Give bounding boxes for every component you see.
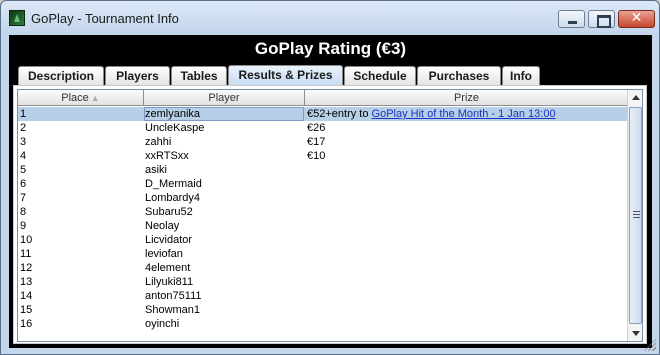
cell-prize: €26 (307, 122, 326, 134)
table-row[interactable]: 10 Licvidator (18, 233, 628, 247)
table-row[interactable]: 5 asiki (18, 163, 628, 177)
table-row[interactable]: 4 xxRTSxx €10 (18, 149, 628, 163)
cell-place: 5 (20, 164, 27, 176)
column-header-place[interactable]: Place ▲ (18, 90, 144, 106)
tab-players[interactable]: Players (105, 66, 170, 85)
tab-results-prizes[interactable]: Results & Prizes (228, 65, 343, 86)
table-row[interactable]: 13 Lilyuki811 (18, 275, 628, 289)
cell-prize: €10 (307, 150, 326, 162)
cell-player: asiki (145, 164, 168, 176)
cell-place: 14 (20, 290, 33, 302)
table-row[interactable]: 14 anton75111 (18, 289, 628, 303)
minimize-button[interactable] (558, 10, 585, 28)
table-row[interactable]: 6 D_Mermaid (18, 177, 628, 191)
cell-prize: €52+entry to GoPlay Hit of the Month - 1… (307, 107, 627, 121)
tab-purchases[interactable]: Purchases (417, 66, 501, 85)
column-header-player[interactable]: Player (144, 90, 305, 106)
tab-schedule[interactable]: Schedule (344, 66, 416, 85)
cell-place: 10 (20, 234, 33, 246)
cell-player: Subaru52 (145, 206, 193, 218)
cell-place: 4 (20, 150, 27, 162)
cell-place: 16 (20, 318, 33, 330)
table-row[interactable]: 3 zahhi €17 (18, 135, 628, 149)
cell-player: oyinchi (145, 318, 180, 330)
cell-player: UncleKaspe (145, 122, 205, 134)
tournament-info-window: GoPlay - Tournament Info ✕ GoPlay Rating… (0, 0, 660, 355)
cell-player: Neolay (145, 220, 180, 232)
results-panel: Place ▲ Player Prize 1 zemlyanika €52+ent… (13, 85, 647, 344)
results-table: Place ▲ Player Prize 1 zemlyanika €52+ent… (17, 89, 643, 342)
table-row[interactable]: 11 leviofan (18, 247, 628, 261)
scroll-down-icon[interactable] (628, 325, 642, 341)
cell-place: 11 (20, 248, 32, 260)
maximize-button[interactable] (588, 10, 615, 28)
cell-place: 7 (20, 192, 27, 204)
cell-place: 3 (20, 136, 27, 148)
scrollbar-thumb[interactable] (629, 107, 642, 324)
column-label-place: Place (61, 92, 89, 104)
goplay-logo-icon (9, 10, 25, 26)
table-row[interactable]: 16 oyinchi (18, 317, 628, 331)
cell-place: 12 (20, 262, 33, 274)
column-header-prize[interactable]: Prize (305, 90, 628, 106)
tournament-link[interactable]: GoPlay Hit of the Month - 1 Jan 13:00 (372, 108, 556, 120)
table-row[interactable]: 9 Neolay (18, 219, 628, 233)
table-row[interactable]: 8 Subaru52 (18, 205, 628, 219)
cell-place: 1 (20, 108, 27, 120)
grip-icon (633, 211, 640, 218)
cell-player: D_Mermaid (145, 178, 202, 190)
cell-player: leviofan (145, 248, 183, 260)
cell-player: Lombardy4 (145, 192, 201, 204)
title-bar[interactable]: GoPlay - Tournament Info ✕ (1, 1, 659, 35)
table-row[interactable]: 15 Showman1 (18, 303, 628, 317)
cell-player: Lilyuki811 (145, 276, 194, 288)
cell-player: Showman1 (145, 304, 201, 316)
cell-player: 4element (145, 262, 191, 274)
table-row[interactable]: 12 4element (18, 261, 628, 275)
scroll-up-icon[interactable] (628, 90, 642, 106)
cell-prize: €17 (307, 136, 326, 148)
cell-place: 2 (20, 122, 27, 134)
window-title: GoPlay - Tournament Info (31, 11, 179, 26)
cell-place: 6 (20, 178, 27, 190)
table-row[interactable]: 2 UncleKaspe €26 (18, 121, 628, 135)
cell-player: anton75111 (145, 290, 202, 302)
cell-player: xxRTSxx (145, 150, 189, 162)
table-row[interactable]: 1 zemlyanika €52+entry to GoPlay Hit of … (18, 107, 628, 121)
content-area: GoPlay Rating (€3) Description Players T… (9, 35, 652, 348)
tab-description[interactable]: Description (18, 66, 104, 85)
close-icon: ✕ (630, 10, 643, 26)
page-title: GoPlay Rating (€3) (254, 39, 407, 58)
cell-player: zahhi (145, 136, 172, 148)
tab-info[interactable]: Info (502, 66, 540, 85)
sort-ascending-icon: ▲ (90, 93, 100, 103)
cell-player: Licvidator (145, 234, 193, 246)
table-row[interactable]: 7 Lombardy4 (18, 191, 628, 205)
cell-place: 9 (20, 220, 27, 232)
cell-player: zemlyanika (144, 107, 304, 121)
cell-place: 15 (20, 304, 33, 316)
close-button[interactable]: ✕ (618, 10, 655, 28)
table-header: Place ▲ Player Prize (18, 90, 628, 106)
table-body: 1 zemlyanika €52+entry to GoPlay Hit of … (18, 107, 628, 341)
cell-place: 13 (20, 276, 33, 288)
cell-place: 8 (20, 206, 27, 218)
tab-tables[interactable]: Tables (171, 66, 227, 85)
vertical-scrollbar[interactable] (627, 90, 642, 341)
prize-text: €52+entry to (307, 108, 372, 120)
